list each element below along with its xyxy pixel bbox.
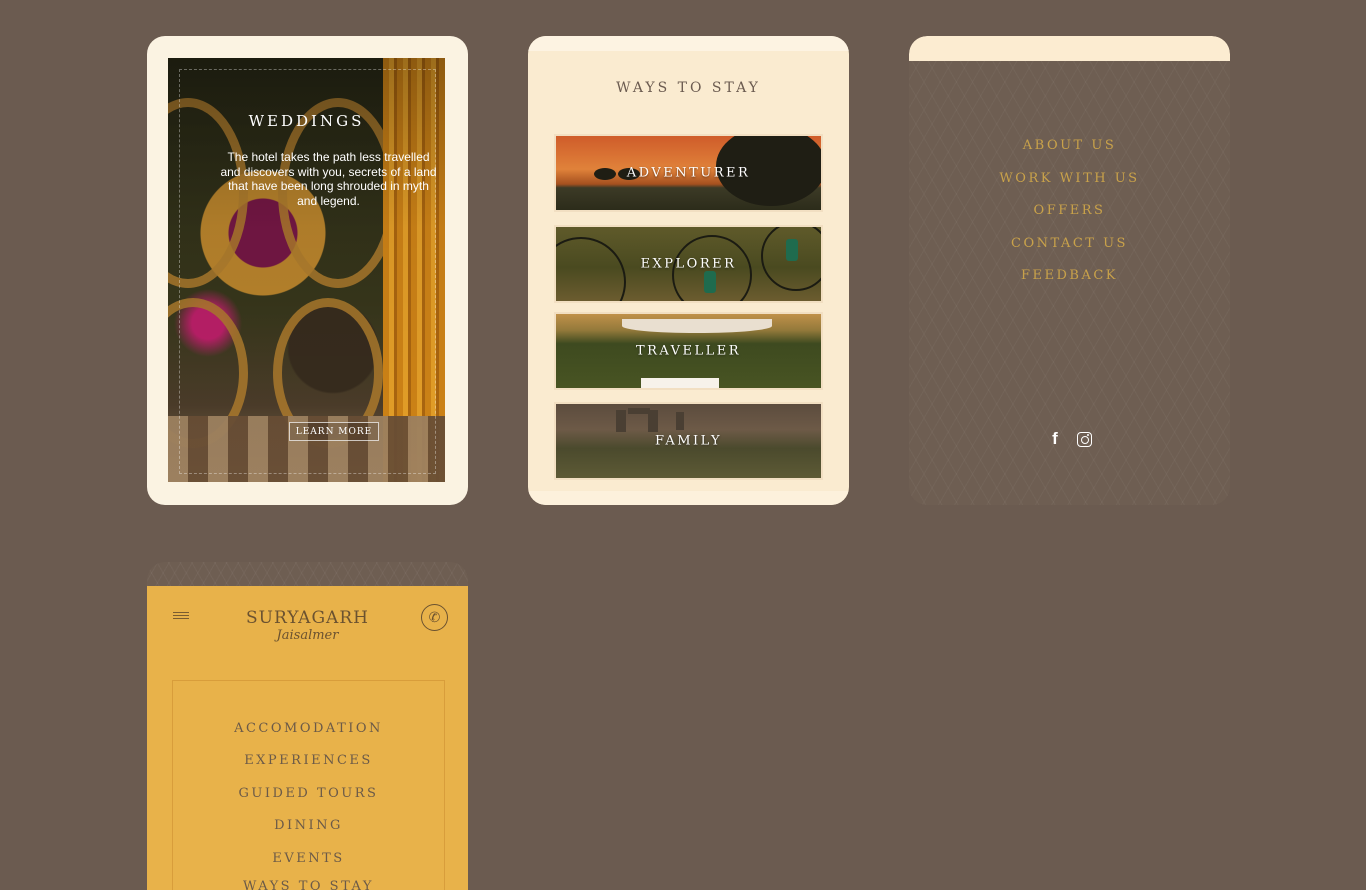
weddings-photo: WEDDINGS The hotel takes the path less t… (168, 58, 445, 482)
footer-menu-card: ABOUT US WORK WITH US OFFERS CONTACT US … (909, 36, 1230, 505)
stay-option-label: EXPLORER (640, 256, 737, 272)
nav-link-accomodation[interactable]: ACCOMODATION (173, 721, 444, 736)
hammock-decor (622, 319, 772, 333)
stay-option-traveller[interactable]: TRAVELLER (554, 312, 823, 390)
menu-link-work-with-us[interactable]: WORK WITH US (909, 171, 1230, 186)
nav-link-dining[interactable]: DINING (173, 818, 444, 833)
phone-icon[interactable]: ✆ (421, 604, 448, 631)
stay-option-explorer[interactable]: EXPLORER (554, 225, 823, 303)
mobile-nav-panel: SURYAGARH Jaisalmer ✆ ACCOMODATION EXPER… (147, 586, 468, 890)
menu-link-about-us[interactable]: ABOUT US (909, 138, 1230, 153)
nav-link-ways-to-stay[interactable]: WAYS TO STAY (173, 879, 444, 890)
stay-option-label: TRAVELLER (635, 343, 742, 359)
ways-to-stay-title: WAYS TO STAY (616, 80, 761, 96)
nav-links-frame: ACCOMODATION EXPERIENCES GUIDED TOURS DI… (172, 680, 445, 890)
nav-link-experiences[interactable]: EXPERIENCES (173, 753, 444, 768)
logo-wordmark[interactable]: SURYAGARH (147, 608, 468, 628)
nav-link-guided-tours[interactable]: GUIDED TOURS (173, 786, 444, 801)
logo-subtitle: Jaisalmer (276, 628, 339, 643)
table-decor (641, 378, 719, 388)
ways-to-stay-card: WAYS TO STAY ADVENTURER EXPLORER TRAVELL… (528, 36, 849, 505)
instagram-icon[interactable] (1075, 430, 1093, 448)
weddings-title: WEDDINGS (248, 112, 365, 130)
weddings-card: WEDDINGS The hotel takes the path less t… (147, 36, 468, 505)
weddings-description: The hotel takes the path less travelled … (220, 150, 437, 208)
mobile-nav-card: SURYAGARH Jaisalmer ✆ ACCOMODATION EXPER… (147, 562, 468, 890)
menu-link-contact-us[interactable]: CONTACT US (909, 236, 1230, 251)
stay-option-label: FAMILY (654, 433, 723, 449)
footer-menu-panel: ABOUT US WORK WITH US OFFERS CONTACT US … (909, 61, 1230, 505)
stay-option-label: ADVENTURER (626, 165, 751, 181)
lantern-icon (704, 271, 716, 293)
stay-option-family[interactable]: FAMILY (554, 402, 823, 480)
learn-more-button[interactable]: LEARN MORE (289, 422, 379, 441)
facebook-icon[interactable]: f (1046, 429, 1064, 448)
menu-link-feedback[interactable]: FEEDBACK (909, 268, 1230, 283)
nav-link-events[interactable]: EVENTS (173, 851, 444, 866)
menu-link-offers[interactable]: OFFERS (909, 203, 1230, 218)
stay-option-adventurer[interactable]: ADVENTURER (554, 134, 823, 212)
